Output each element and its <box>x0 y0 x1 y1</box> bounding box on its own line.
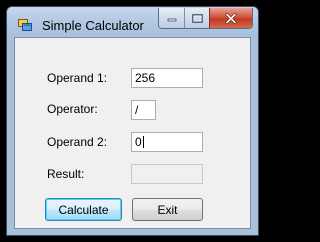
operand1-value: 256 <box>135 71 156 85</box>
exit-button[interactable]: Exit <box>132 198 203 221</box>
operand2-label: Operand 2: <box>47 135 108 149</box>
window-title: Simple Calculator <box>42 18 144 33</box>
operator-value: / <box>135 103 139 117</box>
result-output <box>131 164 203 184</box>
text-caret <box>142 136 144 148</box>
operand2-input[interactable]: 0 <box>131 132 203 152</box>
caption-buttons <box>158 8 253 29</box>
operand2-value: 0 <box>135 135 142 149</box>
operand1-label: Operand 1: <box>47 71 108 85</box>
close-icon <box>225 12 237 24</box>
app-form-icon <box>18 19 32 31</box>
operand1-input[interactable]: 256 <box>131 68 203 88</box>
maximize-button[interactable] <box>185 8 210 28</box>
title-bar[interactable]: Simple Calculator <box>7 7 258 37</box>
operator-label: Operator: <box>47 102 98 116</box>
minimize-button[interactable] <box>159 8 185 28</box>
operator-input[interactable]: / <box>131 100 156 120</box>
calculator-window: Simple Calculator Operand 1: 256 Operato… <box>6 6 259 236</box>
minimize-icon <box>167 18 176 22</box>
result-label: Result: <box>47 167 85 181</box>
form-client-area: Operand 1: 256 Operator: / Operand 2: 0 … <box>14 37 251 229</box>
calculate-button[interactable]: Calculate <box>45 198 122 221</box>
close-button[interactable] <box>210 8 252 28</box>
maximize-icon <box>191 13 203 23</box>
